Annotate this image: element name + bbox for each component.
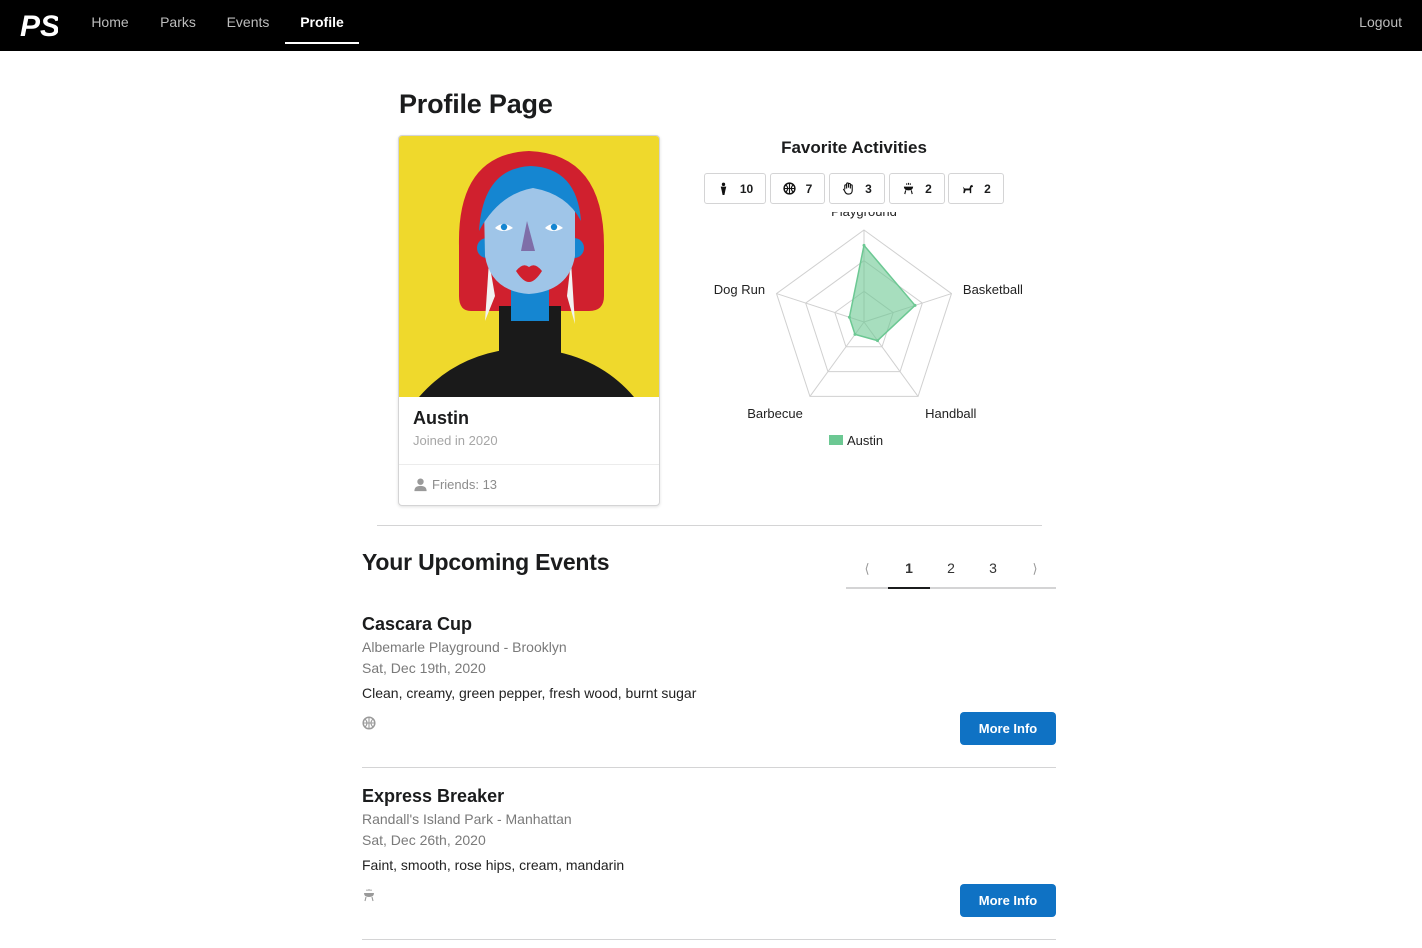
card-divider xyxy=(399,464,659,465)
radar-data-point xyxy=(862,243,866,247)
profile-name: Austin xyxy=(413,408,469,428)
section-divider xyxy=(377,525,1042,526)
avatar xyxy=(399,136,659,397)
activity-chip-barbecue[interactable]: 2 xyxy=(889,173,945,204)
nav-events[interactable]: Events xyxy=(214,0,282,44)
radar-axis-label: Barbecue xyxy=(747,406,803,421)
radar-axis-label: Basketball xyxy=(963,282,1023,297)
basketball-icon xyxy=(783,182,796,195)
more-info-button[interactable]: More Info xyxy=(960,884,1056,917)
event-location: Randall's Island Park - Manhattan xyxy=(362,811,572,827)
profile-joined: Joined in 2020 xyxy=(413,433,498,448)
nav-profile[interactable]: Profile xyxy=(285,0,359,44)
favorite-activities-title: Favorite Activities xyxy=(781,138,927,157)
radar-data-point xyxy=(876,339,880,343)
activity-chip-basketball[interactable]: 7 xyxy=(770,173,825,204)
dog-icon xyxy=(963,184,974,194)
activity-count: 2 xyxy=(984,181,991,196)
friends-count: Friends: 13 xyxy=(413,477,497,492)
upcoming-events-title: Your Upcoming Events xyxy=(362,549,610,575)
event-date: Sat, Dec 26th, 2020 xyxy=(362,832,486,848)
user-icon xyxy=(414,478,427,492)
basketball-icon xyxy=(362,716,376,730)
activity-chip-handball[interactable]: 3 xyxy=(829,173,885,204)
radar-axis-label: Dog Run xyxy=(714,282,765,297)
event-divider xyxy=(362,939,1056,940)
activity-count: 3 xyxy=(865,181,872,196)
pagination-next[interactable]: ⟩ xyxy=(1014,548,1056,589)
event-description: Faint, smooth, rose hips, cream, mandari… xyxy=(362,857,625,873)
legend-label: Austin xyxy=(847,433,883,448)
logout-link[interactable]: Logout xyxy=(1359,0,1402,44)
radar-axis-label: Playground xyxy=(831,212,897,219)
pagination-page-1[interactable]: 1 xyxy=(888,548,930,589)
event-title[interactable]: Express Breaker xyxy=(362,786,504,807)
radar-data-point xyxy=(853,332,857,336)
activity-chip-dog-run[interactable]: 2 xyxy=(948,173,1004,204)
event-divider xyxy=(362,767,1056,768)
playground-icon xyxy=(720,182,727,195)
ps-logo[interactable]: PS xyxy=(20,9,58,41)
pagination-page-2[interactable]: 2 xyxy=(930,548,972,589)
page-title: Profile Page xyxy=(399,89,553,119)
nav-parks[interactable]: Parks xyxy=(148,0,208,44)
activity-count: 10 xyxy=(739,181,754,196)
event-date: Sat, Dec 19th, 2020 xyxy=(362,660,486,676)
legend-swatch xyxy=(829,435,843,445)
activity-count: 7 xyxy=(805,181,813,196)
event-location: Albemarle Playground - Brooklyn xyxy=(362,639,567,655)
event-item: Express Breaker Randall's Island Park - … xyxy=(362,786,1056,940)
nav-home[interactable]: Home xyxy=(78,0,142,44)
svg-text:PS: PS xyxy=(20,10,58,41)
more-info-button[interactable]: More Info xyxy=(960,712,1056,745)
activity-count: 2 xyxy=(925,181,932,196)
barbecue-icon xyxy=(904,182,914,195)
event-item: Cascara Cup Albemarle Playground - Brook… xyxy=(362,614,1056,768)
activity-chip-playground[interactable]: 10 xyxy=(704,173,766,204)
profile-card: Austin Joined in 2020 Friends: 13 xyxy=(398,135,660,506)
top-navbar: PS Home Parks Events Profile Logout xyxy=(0,0,1422,51)
pagination-prev[interactable]: ⟨ xyxy=(846,548,888,589)
pagination-page-3[interactable]: 3 xyxy=(972,548,1014,589)
event-description: Clean, creamy, green pepper, fresh wood,… xyxy=(362,685,697,701)
favorite-activities-radar-chart: Austin Playground Basketball Handball Barbec… xyxy=(714,212,1023,448)
event-title[interactable]: Cascara Cup xyxy=(362,614,472,635)
friends-label: Friends: 13 xyxy=(432,477,498,492)
barbecue-icon xyxy=(364,889,374,902)
events-pagination: ⟨ 1 2 3 ⟩ xyxy=(846,548,1056,589)
radar-axis-label: Handball xyxy=(925,406,976,421)
handball-icon xyxy=(843,182,853,195)
radar-data-point xyxy=(847,315,851,319)
radar-data-point xyxy=(913,303,917,307)
